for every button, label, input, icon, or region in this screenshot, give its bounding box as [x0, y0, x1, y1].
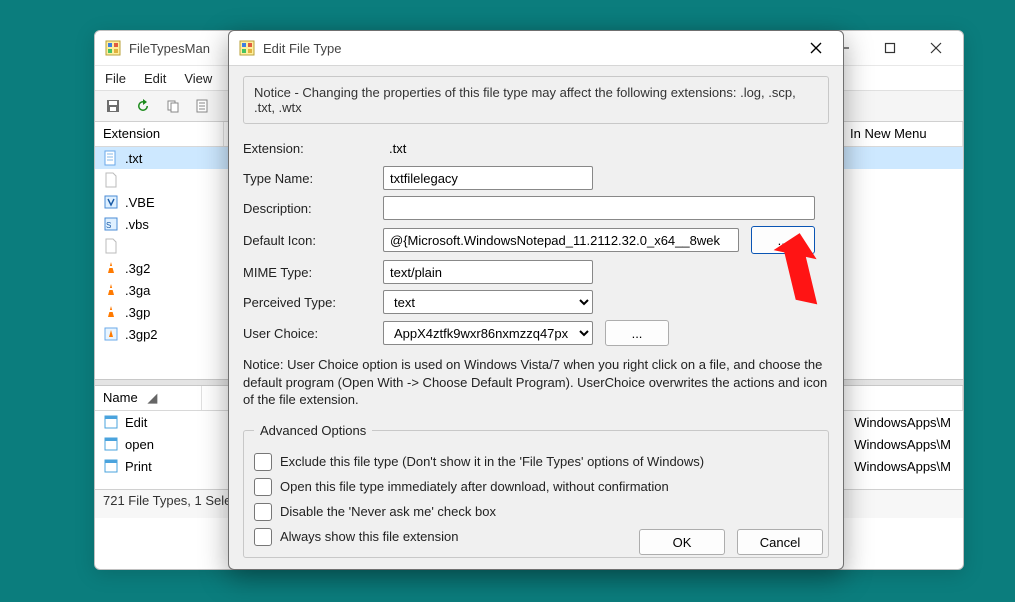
maximize-button[interactable]: [867, 33, 913, 63]
default-icon-field[interactable]: [383, 228, 739, 252]
checkbox-disable-never-ask[interactable]: Disable the 'Never ask me' check box: [254, 503, 818, 521]
action-label: Print: [125, 459, 152, 474]
browse-icon-button[interactable]: ...: [751, 226, 815, 254]
notepad-icon: [103, 458, 119, 474]
notepad-icon: [103, 436, 119, 452]
advanced-options-legend: Advanced Options: [254, 423, 372, 438]
ext-label: .3g2: [125, 261, 150, 276]
ext-label: .txt: [125, 151, 142, 166]
mime-type-field[interactable]: [383, 260, 593, 284]
ext-label: .VBE: [125, 195, 155, 210]
vlc-icon: [103, 304, 119, 320]
close-icon: [930, 42, 942, 54]
action-path: WindowsApps\M: [854, 415, 951, 430]
svg-text:S: S: [106, 221, 111, 230]
label-extension: Extension:: [243, 141, 383, 156]
col-extension[interactable]: Extension: [95, 122, 224, 146]
checkbox-icon: [254, 503, 272, 521]
label-user-choice: User Choice:: [243, 326, 383, 341]
notepad-icon: [103, 414, 119, 430]
checkbox-exclude[interactable]: Exclude this file type (Don't show it in…: [254, 453, 818, 471]
ext-label: .3gp2: [125, 327, 158, 342]
description-field[interactable]: [383, 196, 815, 220]
toolbar-save-icon[interactable]: [101, 94, 125, 118]
maximize-icon: [884, 42, 896, 54]
perceived-type-select[interactable]: text: [383, 290, 593, 314]
user-choice-browse-button[interactable]: ...: [605, 320, 669, 346]
vbe-icon: [103, 194, 119, 210]
vlc-3gp2-icon: [103, 326, 119, 342]
checkbox-icon: [254, 478, 272, 496]
menu-view[interactable]: View: [184, 71, 212, 86]
checkbox-icon: [254, 528, 272, 546]
ext-label: .vbs: [125, 217, 149, 232]
label-default-icon: Default Icon:: [243, 233, 383, 248]
menu-file[interactable]: File: [105, 71, 126, 86]
dialog-title: Edit File Type: [263, 41, 793, 56]
checkbox-icon: [254, 453, 272, 471]
action-label: open: [125, 437, 154, 452]
close-icon: [809, 41, 823, 55]
dialog-titlebar: Edit File Type: [229, 31, 843, 66]
label-description: Description:: [243, 201, 383, 216]
blank-file-icon: [103, 238, 119, 254]
user-choice-notice: Notice: User Choice option is used on Wi…: [243, 356, 829, 409]
action-path: WindowsApps\M: [854, 459, 951, 474]
ok-button[interactable]: OK: [639, 529, 725, 555]
extension-value: [383, 136, 593, 160]
notice-text: Notice - Changing the properties of this…: [243, 76, 829, 124]
label-mime-type: MIME Type:: [243, 265, 383, 280]
sort-indicator-icon: ◢: [147, 390, 157, 405]
ext-label: .3ga: [125, 283, 150, 298]
toolbar-properties-icon[interactable]: [191, 94, 215, 118]
user-choice-select[interactable]: AppX4ztfk9wxr86nxmzzq47px: [383, 321, 593, 345]
col-in-new-menu[interactable]: In New Menu: [842, 122, 963, 146]
blank-file-icon: [103, 172, 119, 188]
app-icon: [239, 40, 255, 56]
checkbox-open-immediately[interactable]: Open this file type immediately after do…: [254, 478, 818, 496]
vlc-icon: [103, 282, 119, 298]
edit-file-type-dialog: Edit File Type Notice - Changing the pro…: [228, 30, 844, 570]
toolbar-refresh-icon[interactable]: [131, 94, 155, 118]
txt-icon: [103, 150, 119, 166]
dialog-close-button[interactable]: [793, 33, 839, 63]
action-path: WindowsApps\M: [854, 437, 951, 452]
col-name[interactable]: Name ◢: [95, 386, 202, 410]
vlc-icon: [103, 260, 119, 276]
label-perceived-type: Perceived Type:: [243, 295, 383, 310]
menu-edit[interactable]: Edit: [144, 71, 166, 86]
action-label: Edit: [125, 415, 147, 430]
type-name-field[interactable]: [383, 166, 593, 190]
close-button[interactable]: [913, 33, 959, 63]
cancel-button[interactable]: Cancel: [737, 529, 823, 555]
vbs-icon: S: [103, 216, 119, 232]
app-icon: [105, 40, 121, 56]
dialog-body: Notice - Changing the properties of this…: [229, 66, 843, 570]
toolbar-copy-icon[interactable]: [161, 94, 185, 118]
label-type-name: Type Name:: [243, 171, 383, 186]
ext-label: .3gp: [125, 305, 150, 320]
